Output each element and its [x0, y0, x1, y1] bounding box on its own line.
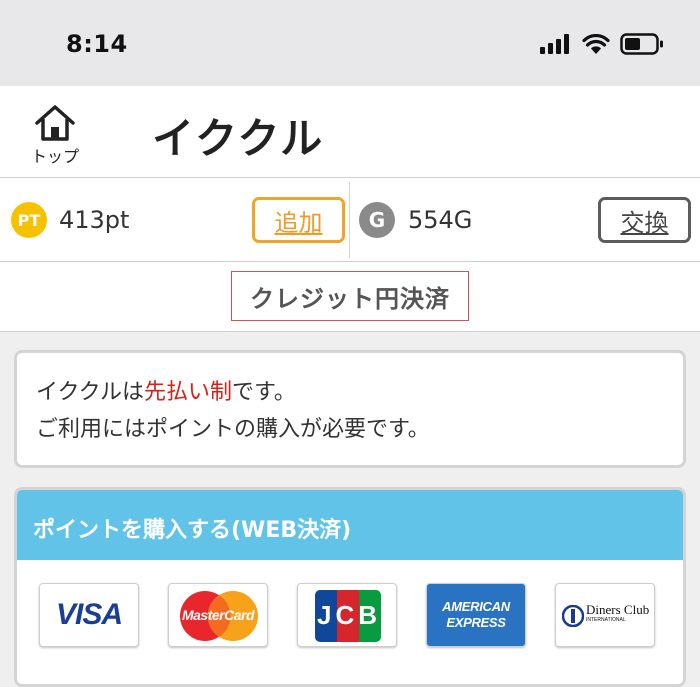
- purchase-heading: ポイントを購入する(WEB決済): [17, 490, 683, 560]
- jcb-logo-text: JCB: [316, 599, 381, 630]
- app-header: トップ イククル: [0, 86, 700, 178]
- balance-bar: PT 413pt 追加 G 554G 交換: [0, 178, 700, 262]
- add-points-button[interactable]: 追加: [252, 197, 345, 243]
- visa-card-logo[interactable]: VISA: [39, 583, 139, 647]
- notice-highlight: 先払い制: [144, 380, 233, 405]
- payment-method-row: クレジット円決済: [0, 262, 700, 332]
- mastercard-logo-text: MasterCard: [181, 607, 255, 623]
- payment-method-label: クレジット円決済: [231, 271, 469, 321]
- status-time: 8:14: [66, 30, 128, 58]
- g-coin-icon: G: [359, 202, 395, 238]
- notice-suffix: です。: [232, 380, 296, 405]
- diners-club-circle-icon: [562, 605, 584, 627]
- jcb-card-logo[interactable]: JCB: [297, 583, 397, 647]
- purchase-section: ポイントを購入する(WEB決済) VISA MasterCard JCB AME…: [14, 487, 686, 687]
- home-button[interactable]: トップ: [20, 104, 90, 170]
- page-title: イククル: [152, 114, 325, 163]
- g-balance: 554G: [408, 206, 473, 234]
- prepaid-notice: イククルは先払い制です。 ご利用にはポイントの購入が必要です。: [14, 350, 686, 468]
- amex-logo-subtext: EXPRESS: [446, 615, 506, 630]
- diners-club-card-logo[interactable]: Diners Club INTERNATIONAL: [555, 583, 655, 647]
- status-bar: 8:14: [0, 0, 700, 86]
- point-coin-icon: PT: [11, 202, 47, 238]
- amex-logo-text: AMERICAN: [442, 599, 510, 614]
- notice-prefix: イククルは: [36, 380, 145, 405]
- exchange-button[interactable]: 交換: [598, 197, 691, 243]
- notice-line-1: イククルは先払い制です。: [36, 374, 683, 411]
- notice-line-2: ご利用にはポイントの購入が必要です。: [36, 417, 430, 442]
- mastercard-card-logo[interactable]: MasterCard: [168, 583, 268, 647]
- diners-club-text-block: Diners Club INTERNATIONAL: [586, 603, 649, 624]
- balance-divider: [349, 182, 350, 258]
- battery-icon: [620, 33, 663, 55]
- diners-club-logo-text: Diners Club: [586, 602, 650, 617]
- home-label: トップ: [30, 147, 79, 166]
- home-icon: [35, 105, 75, 141]
- amex-card-logo[interactable]: AMERICAN EXPRESS: [426, 583, 526, 647]
- wifi-icon: [582, 34, 610, 54]
- visa-logo-text: VISA: [55, 598, 123, 631]
- cellular-signal-icon: [540, 34, 569, 54]
- status-icons: [540, 33, 664, 55]
- diners-club-logo-subtext: INTERNATIONAL: [586, 617, 626, 623]
- point-balance: 413pt: [59, 206, 130, 234]
